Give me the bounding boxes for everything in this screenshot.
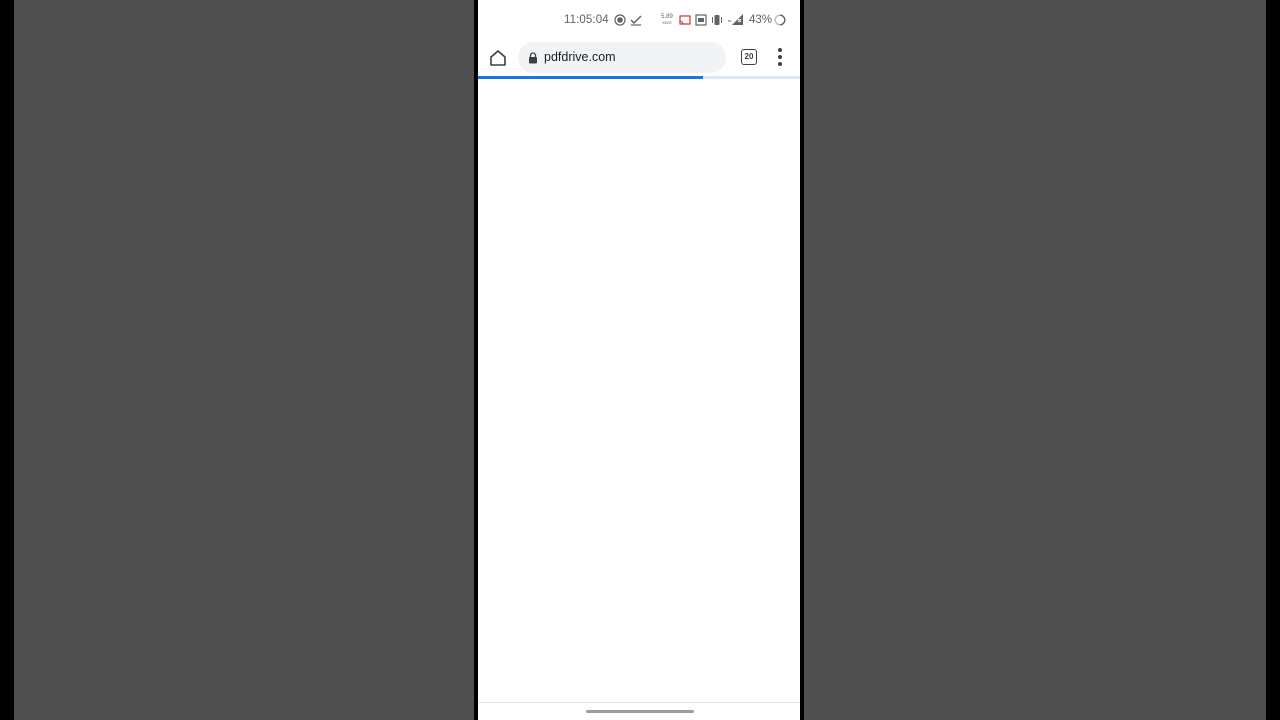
check-icon	[630, 15, 642, 26]
net-speed-indicator: 5.89 KB/S	[660, 14, 674, 26]
battery-icon	[774, 14, 786, 26]
menu-dot	[778, 62, 782, 66]
menu-dot	[778, 48, 782, 52]
status-time: 11:05:04	[564, 14, 609, 26]
status-bar: 11:05:04 5.89 KB/S 43%	[478, 0, 800, 40]
sim-card-icon	[695, 14, 707, 26]
more-vert-icon[interactable]	[774, 47, 786, 67]
cast-icon	[679, 15, 691, 25]
vibrate-icon	[712, 15, 722, 25]
net-speed-unit: KB/S	[662, 20, 672, 25]
address-bar[interactable]: pdfdrive.com	[518, 42, 726, 73]
browser-toolbar: pdfdrive.com 20	[478, 40, 800, 76]
battery-percent: 43%	[749, 14, 773, 26]
url-text: pdfdrive.com	[544, 50, 616, 64]
web-content-area[interactable]	[478, 79, 800, 702]
signal-icon	[728, 14, 743, 25]
gesture-handle[interactable]	[586, 710, 694, 713]
home-icon[interactable]	[488, 48, 508, 68]
phone-screen: 11:05:04 5.89 KB/S 43% pdfdrive.com 20	[478, 0, 800, 720]
menu-dot	[778, 55, 782, 59]
phone-frame: 11:05:04 5.89 KB/S 43% pdfdrive.com 20	[474, 0, 804, 720]
system-nav-bar	[478, 702, 800, 720]
screen-record-icon	[614, 14, 626, 26]
tab-switcher-button[interactable]: 20	[741, 49, 757, 65]
lock-icon	[529, 52, 537, 64]
